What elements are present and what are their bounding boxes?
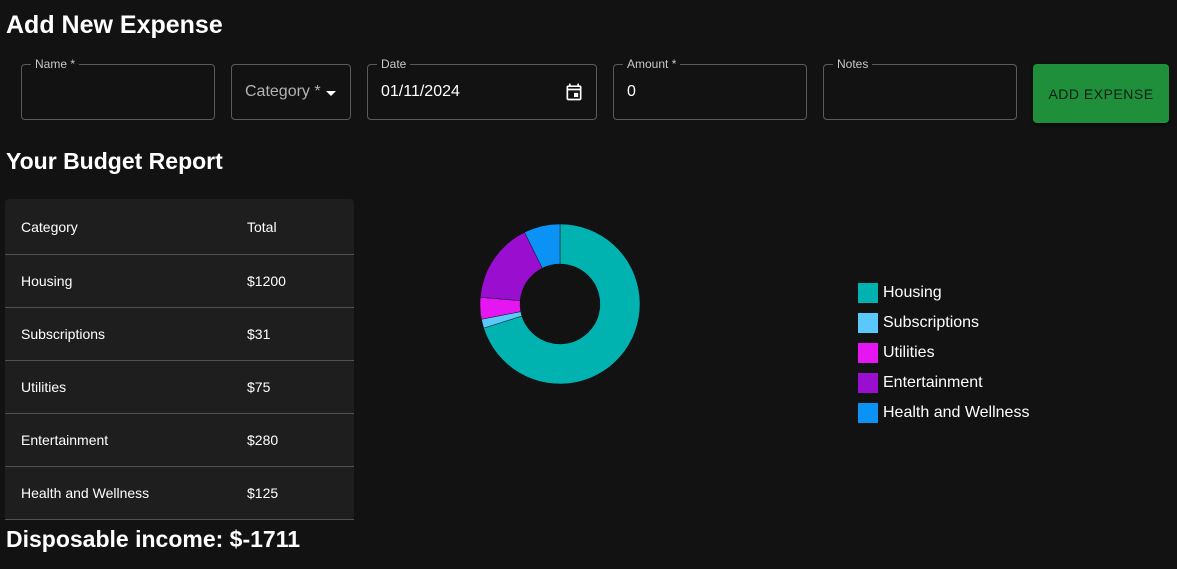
legend-label: Housing: [883, 284, 942, 301]
legend-label: Utilities: [883, 344, 935, 361]
legend-label: Entertainment: [883, 374, 983, 391]
calendar-icon[interactable]: [564, 82, 584, 102]
row-total: $31: [247, 326, 271, 342]
form-title: Add New Expense: [6, 11, 223, 39]
table-row: Housing $1200: [5, 255, 354, 308]
amount-input[interactable]: [627, 65, 769, 119]
amount-field[interactable]: Amount *: [613, 56, 807, 120]
date-field[interactable]: Date: [367, 56, 597, 120]
row-total: $125: [247, 485, 279, 501]
row-category: Utilities: [21, 379, 67, 395]
budget-table: Category Total Housing $1200 Subscriptio…: [5, 199, 354, 520]
legend-label: Subscriptions: [883, 314, 980, 331]
notes-field[interactable]: Notes: [823, 56, 1017, 120]
legend-swatch: [858, 283, 878, 303]
chart-legend: Housing Subscriptions Utilities Entertai…: [858, 278, 1029, 428]
legend-item[interactable]: Utilities: [858, 338, 1029, 368]
legend-item[interactable]: Subscriptions: [858, 308, 1029, 338]
category-select[interactable]: Category *: [231, 64, 351, 120]
row-category: Housing: [21, 273, 73, 289]
donut-svg: [479, 223, 641, 385]
legend-label: Health and Wellness: [883, 404, 1030, 421]
notes-input[interactable]: [837, 65, 979, 119]
legend-item[interactable]: Housing: [858, 278, 1029, 308]
chevron-down-icon: [326, 91, 336, 96]
row-total: $75: [247, 379, 271, 395]
table-row: Health and Wellness $125: [5, 467, 354, 520]
row-category: Health and Wellness: [21, 485, 150, 501]
legend-swatch: [858, 343, 878, 363]
row-category: Entertainment: [21, 432, 109, 448]
legend-swatch: [858, 373, 878, 393]
legend-swatch: [858, 403, 878, 423]
table-row: Entertainment $280: [5, 414, 354, 467]
table-row: Subscriptions $31: [5, 308, 354, 361]
table-row: Utilities $75: [5, 361, 354, 414]
report-title: Your Budget Report: [6, 148, 223, 174]
legend-item[interactable]: Health and Wellness: [858, 398, 1029, 428]
expense-donut-chart: [470, 214, 650, 394]
row-category: Subscriptions: [21, 326, 106, 342]
legend-item[interactable]: Entertainment: [858, 368, 1029, 398]
legend-swatch: [858, 313, 878, 333]
disposable-income: Disposable income: $-1711: [6, 526, 301, 552]
name-input[interactable]: [35, 65, 177, 119]
table-header-row: Category Total: [5, 199, 354, 255]
name-field[interactable]: Name *: [21, 56, 215, 120]
category-label: Category *: [245, 83, 321, 100]
header-total: Total: [247, 218, 277, 235]
date-input[interactable]: [381, 65, 559, 119]
header-category: Category: [21, 218, 78, 235]
row-total: $280: [247, 432, 279, 448]
add-expense-button[interactable]: ADD EXPENSE: [1033, 64, 1169, 123]
row-total: $1200: [247, 273, 286, 289]
